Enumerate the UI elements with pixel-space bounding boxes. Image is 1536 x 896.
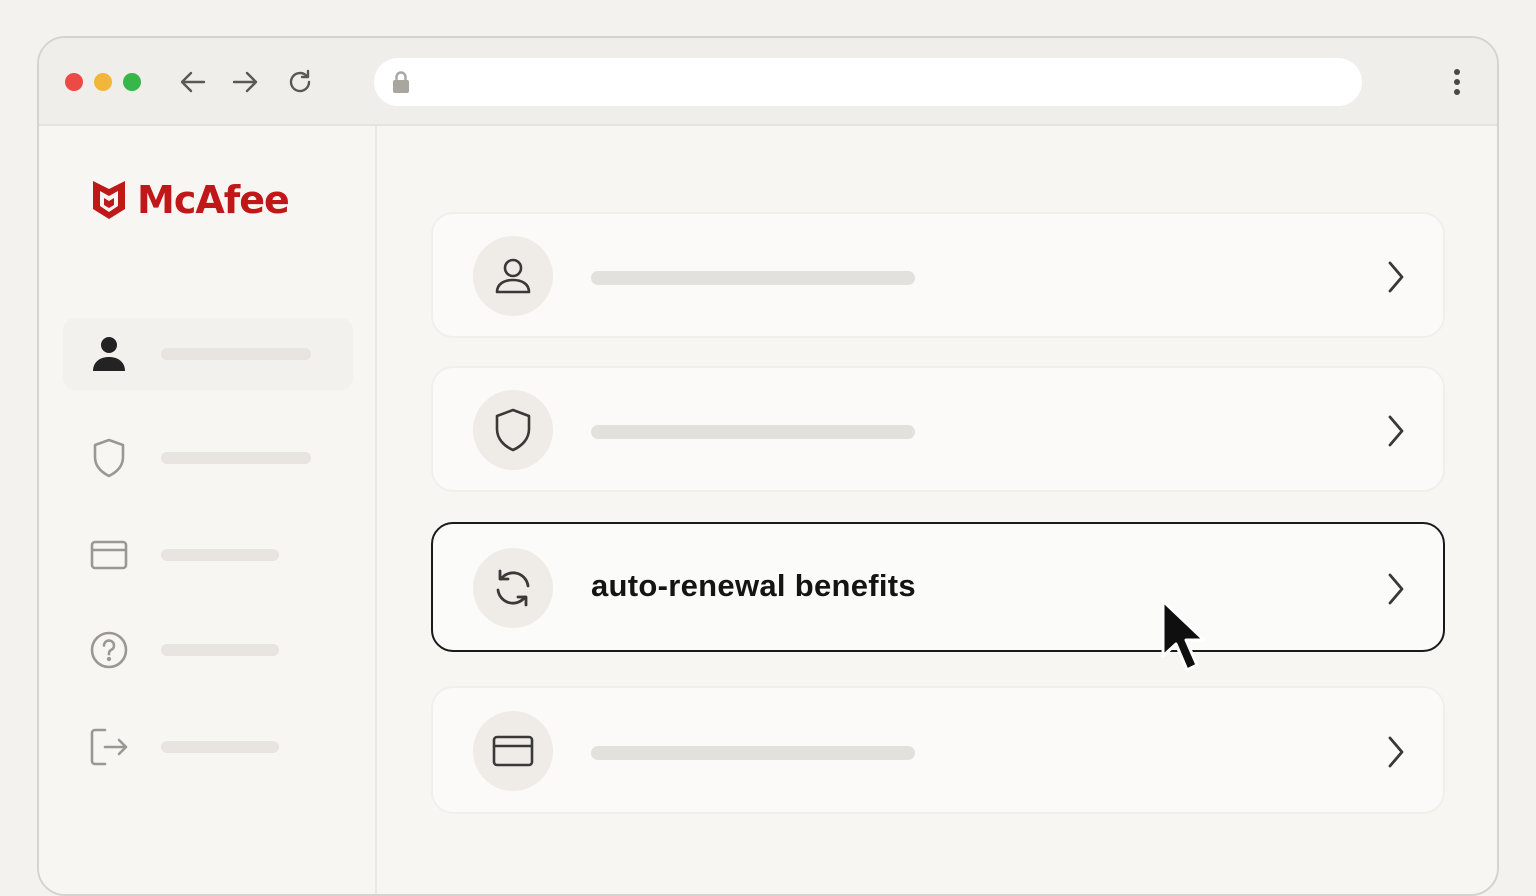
more-vertical-icon <box>1454 69 1460 95</box>
shield-icon <box>473 390 553 470</box>
sidebar-item-help[interactable] <box>63 614 353 686</box>
sidebar-item-account[interactable] <box>63 318 353 390</box>
security-card[interactable] <box>431 366 1445 492</box>
sidebar-item-label <box>161 452 311 464</box>
browser-menu-button[interactable] <box>1445 66 1469 98</box>
forward-button[interactable] <box>229 66 261 98</box>
user-icon <box>89 334 129 374</box>
card-label <box>591 746 915 760</box>
back-arrow-icon <box>180 71 206 93</box>
chevron-right-icon <box>1388 573 1404 605</box>
refresh-icon <box>473 548 553 628</box>
chevron-right-icon <box>1388 415 1404 447</box>
account-card[interactable] <box>431 212 1445 338</box>
card-label: auto-renewal benefits <box>591 568 916 603</box>
reload-button[interactable] <box>284 66 316 98</box>
mouse-pointer-icon <box>1161 599 1206 672</box>
lock-icon <box>393 71 409 93</box>
user-icon <box>473 236 553 316</box>
minimize-window-button[interactable] <box>94 73 112 91</box>
chevron-right-icon <box>1388 736 1404 768</box>
sidebar-item-label <box>161 348 311 360</box>
help-circle-icon <box>89 630 129 670</box>
back-button[interactable] <box>177 66 209 98</box>
sidebar: McAfee <box>39 126 377 894</box>
forward-arrow-icon <box>232 71 258 93</box>
mcafee-logo[interactable]: McAfee <box>91 178 290 222</box>
shield-icon <box>89 438 129 478</box>
mcafee-shield-logo-icon <box>93 181 125 219</box>
logout-icon <box>89 727 129 767</box>
sidebar-item-billing[interactable] <box>63 519 353 591</box>
chevron-right-icon <box>1388 261 1404 293</box>
sidebar-item-label <box>161 741 279 753</box>
browser-window: McAfee auto-renewal benefits <box>37 36 1499 896</box>
card-label <box>591 271 915 285</box>
payment-method-card[interactable] <box>431 686 1445 814</box>
sidebar-item-logout[interactable] <box>63 711 353 783</box>
browser-toolbar <box>39 38 1497 126</box>
main-content: auto-renewal benefits <box>377 126 1497 894</box>
credit-card-icon <box>89 535 129 575</box>
brand-name: McAfee <box>137 178 290 222</box>
auto-renewal-benefits-card[interactable]: auto-renewal benefits <box>431 522 1445 652</box>
maximize-window-button[interactable] <box>123 73 141 91</box>
credit-card-icon <box>473 711 553 791</box>
address-bar[interactable] <box>374 58 1362 106</box>
sidebar-item-label <box>161 549 279 561</box>
close-window-button[interactable] <box>65 73 83 91</box>
sidebar-item-label <box>161 644 279 656</box>
reload-icon <box>289 69 311 93</box>
card-label <box>591 425 915 439</box>
sidebar-item-security[interactable] <box>63 422 353 494</box>
